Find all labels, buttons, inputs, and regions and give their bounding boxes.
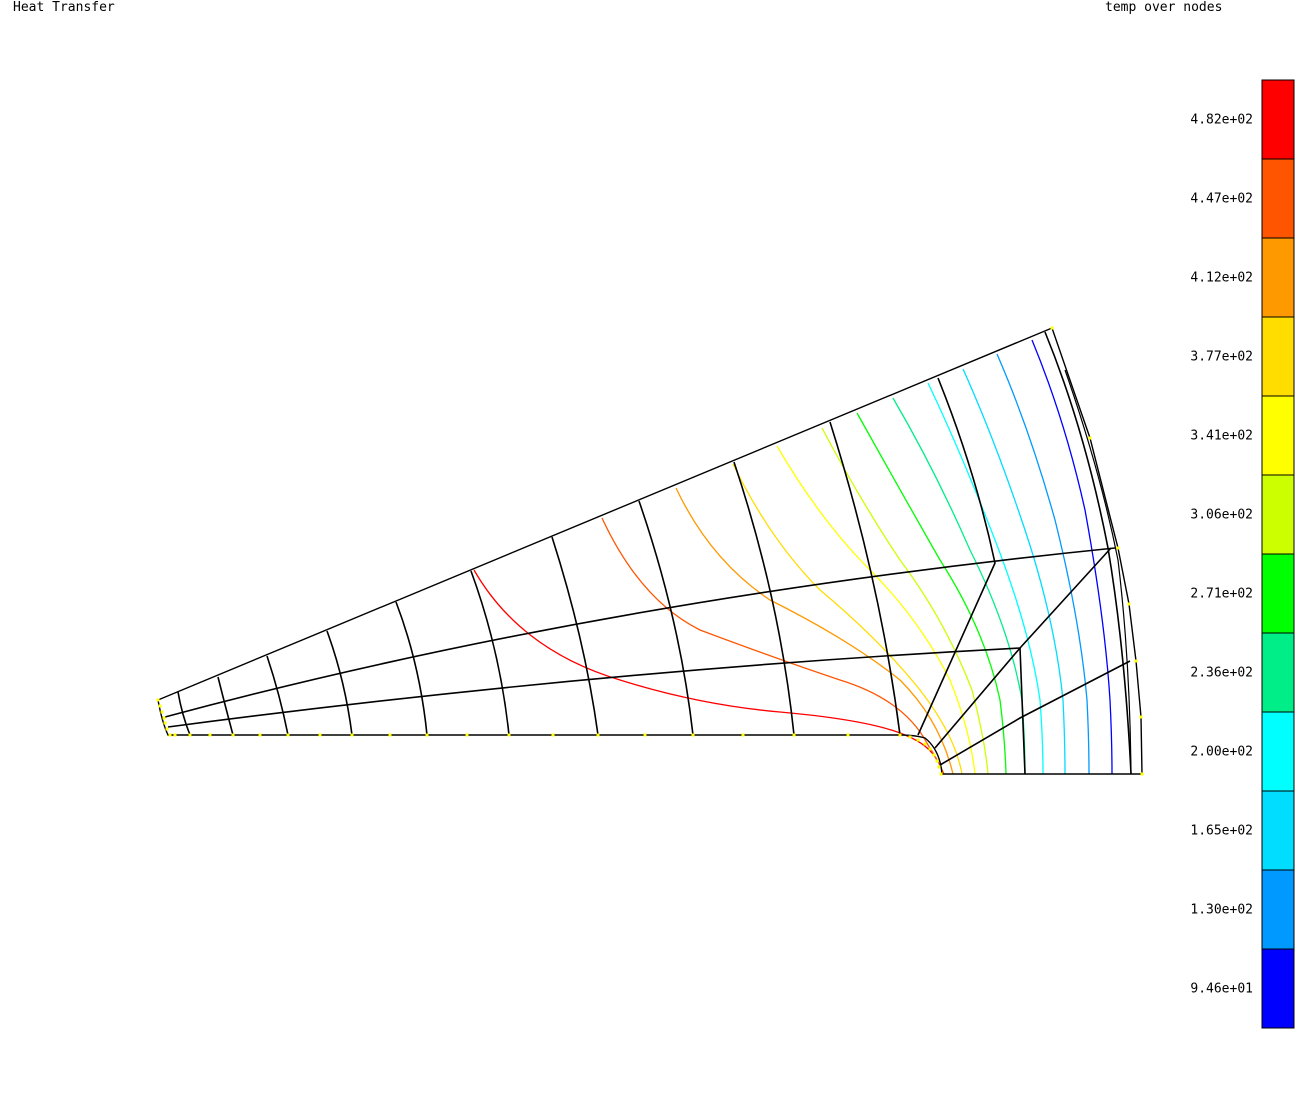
isotherm-line-7	[892, 397, 1026, 775]
node-marker-25	[846, 733, 850, 737]
mesh-line-t05	[395, 601, 428, 736]
node-marker-13	[318, 733, 322, 737]
legend-band-7	[1261, 632, 1295, 713]
node-marker-14	[350, 733, 354, 737]
node-marker-5	[165, 727, 169, 731]
boundary-node-markers	[156, 326, 1144, 776]
node-marker-17	[465, 733, 469, 737]
node-marker-26	[898, 733, 902, 737]
legend-band-8	[1261, 711, 1295, 792]
legend-band-0	[1261, 79, 1295, 160]
node-marker-33	[937, 765, 941, 769]
isotherm-line-3	[732, 463, 963, 775]
isotherm-line-2	[675, 487, 954, 775]
node-marker-20	[596, 733, 600, 737]
node-marker-35	[1050, 326, 1054, 330]
isotherm-line-0	[473, 569, 939, 763]
mesh-line-t04	[326, 630, 353, 736]
mesh-line-t11	[917, 377, 996, 736]
legend-band-6	[1261, 553, 1295, 634]
legend-label-5: 3.06e+02	[1190, 508, 1253, 523]
node-marker-22	[691, 733, 695, 737]
node-marker-11	[258, 733, 262, 737]
mesh-line-long-2	[167, 647, 1021, 728]
mesh-line-t02	[217, 676, 234, 736]
node-marker-19	[551, 733, 555, 737]
mesh-line-t14	[939, 660, 1131, 766]
legend-band-2	[1261, 237, 1295, 318]
mesh-line-t03	[266, 655, 289, 736]
node-marker-3	[162, 716, 166, 720]
node-marker-8	[188, 733, 192, 737]
mesh-line-t06	[470, 570, 510, 736]
legend-band-9	[1261, 790, 1295, 871]
legend-label-4: 3.41e+02	[1190, 429, 1253, 444]
legend-band-1	[1261, 158, 1295, 239]
node-marker-7	[173, 733, 177, 737]
node-marker-6	[168, 733, 172, 737]
legend-label-11: 9.46e+01	[1190, 982, 1253, 997]
mesh-outer-arc-2	[1064, 369, 1132, 775]
legend-label-9: 1.65e+02	[1190, 824, 1253, 839]
node-marker-1	[158, 704, 162, 708]
node-marker-18	[507, 733, 511, 737]
node-marker-15	[388, 733, 392, 737]
node-marker-41	[1140, 772, 1144, 776]
legend-label-2: 4.12e+02	[1190, 271, 1253, 286]
isotherm-contours	[473, 339, 1113, 775]
legend-band-10	[1261, 869, 1295, 950]
legend-band-11	[1261, 948, 1295, 1029]
node-marker-0	[156, 698, 160, 702]
mesh-boundary	[157, 327, 1143, 775]
finite-element-mesh	[157, 327, 1143, 775]
node-marker-29	[923, 742, 927, 746]
node-marker-40	[1139, 715, 1143, 719]
node-marker-31	[932, 753, 936, 757]
legend-label-1: 4.47e+02	[1190, 192, 1253, 207]
node-marker-24	[792, 733, 796, 737]
node-marker-23	[741, 733, 745, 737]
fem-viewport[interactable]: 4.82e+02 4.47e+02 4.12e+02 3.77e+02 3.41e+02…	[0, 0, 1300, 1108]
legend-band-5	[1261, 474, 1295, 555]
node-marker-27	[908, 735, 912, 739]
node-marker-10	[231, 733, 235, 737]
node-marker-9	[208, 733, 212, 737]
legend-label-10: 1.30e+02	[1190, 903, 1253, 918]
node-marker-32	[935, 759, 939, 763]
node-marker-39	[1134, 659, 1138, 663]
node-marker-38	[1127, 602, 1131, 606]
legend-label-8: 2.00e+02	[1190, 745, 1253, 760]
legend-label-3: 3.77e+02	[1190, 350, 1253, 365]
node-marker-2	[160, 710, 164, 714]
node-marker-4	[163, 721, 167, 725]
legend-label-0: 4.82e+02	[1190, 113, 1253, 128]
node-marker-28	[916, 738, 920, 742]
color-legend: 4.82e+02 4.47e+02 4.12e+02 3.77e+02 3.41e+02…	[1190, 79, 1295, 1029]
node-marker-37	[1116, 546, 1120, 550]
node-marker-36	[1088, 436, 1092, 440]
node-marker-30	[928, 747, 932, 751]
node-marker-21	[643, 733, 647, 737]
legend-label-7: 2.36e+02	[1190, 666, 1253, 681]
mesh-line-t13	[1019, 647, 1026, 775]
legend-band-3	[1261, 316, 1295, 397]
node-marker-12	[286, 733, 290, 737]
legend-label-6: 2.71e+02	[1190, 587, 1253, 602]
legend-band-4	[1261, 395, 1295, 476]
mesh-line-t09	[733, 461, 795, 736]
node-marker-16	[425, 733, 429, 737]
mesh-line-t08	[638, 500, 694, 736]
node-marker-34	[939, 772, 943, 776]
mesh-line-t07	[551, 536, 599, 736]
